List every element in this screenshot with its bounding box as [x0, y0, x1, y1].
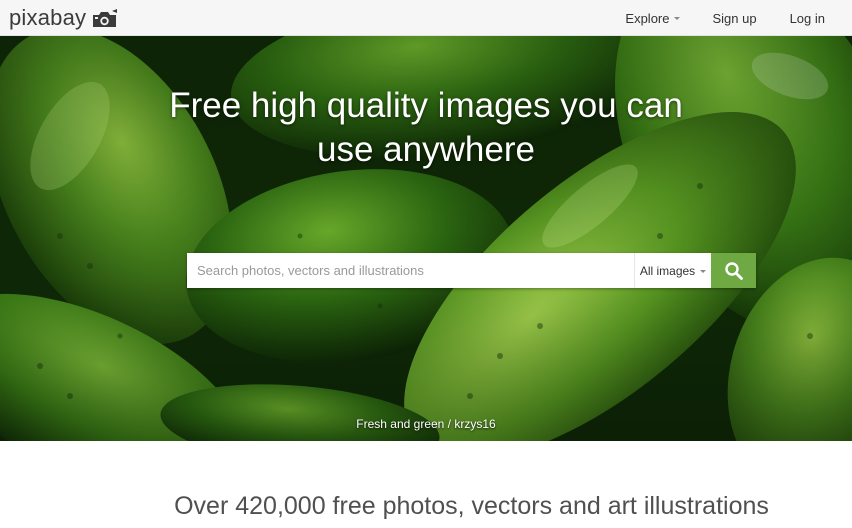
explore-label: Explore — [625, 10, 670, 26]
camera-icon — [93, 8, 118, 27]
site-tagline: Over 420,000 free photos, vectors and ar… — [174, 492, 769, 520]
caret-down-icon — [674, 17, 681, 20]
hero-section: Free high quality images you can use any… — [0, 36, 852, 441]
login-label: Log in — [789, 10, 825, 26]
signup-link[interactable]: Sign up — [712, 11, 756, 26]
pixabay-logo[interactable]: pixabay — [9, 3, 118, 33]
caret-down-icon — [700, 269, 707, 273]
photo-title-link[interactable]: Fresh and green — [356, 417, 444, 431]
image-type-label: All images — [639, 263, 696, 278]
photo-author-link[interactable]: krzys16 — [454, 417, 495, 431]
logo-text: pixabay — [9, 5, 87, 30]
signup-label: Sign up — [712, 10, 757, 26]
top-navigation-bar: pixabay Explore Sign up Log in — [0, 0, 852, 36]
explore-menu[interactable]: Explore — [625, 10, 681, 26]
search-icon — [724, 261, 743, 280]
hero-title-line-1: Free high quality images you can — [169, 86, 683, 125]
hero-title-line-2: use anywhere — [317, 130, 535, 169]
main-nav: Explore Sign up Log in — [625, 0, 852, 36]
search-input[interactable] — [187, 253, 634, 288]
search-button[interactable] — [711, 253, 756, 288]
credit-separator: / — [444, 417, 455, 431]
search-form: All images — [187, 253, 756, 288]
login-link[interactable]: Log in — [790, 11, 825, 26]
image-type-dropdown[interactable]: All images — [634, 253, 711, 288]
hero-title: Free high quality images you can use any… — [0, 84, 852, 172]
photo-credit: Fresh and green / krzys16 — [0, 417, 852, 431]
